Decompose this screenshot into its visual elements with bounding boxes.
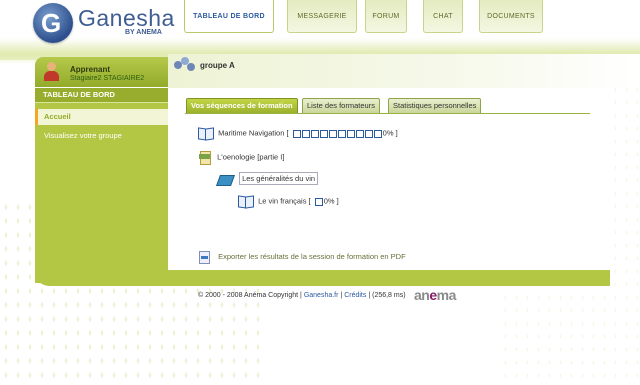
tab-statistiques[interactable]: Statistiques personnelles (388, 98, 482, 114)
footer-timing: | (256,8 ms) (368, 292, 406, 299)
footer-link-ganesha[interactable]: Ganesha.fr (304, 292, 339, 299)
course-title[interactable]: Maritime Navigation (218, 128, 284, 137)
tab-documents[interactable]: DOCUMENTS (479, 0, 543, 33)
logo-sub: BY ANEMA (125, 29, 162, 36)
footer: © 2000 - 2008 Anéma Copyright | Ganesha.… (198, 292, 406, 299)
footer-sep: | (340, 292, 343, 299)
user-box: Apprenant Stagiaire2 STAGIAIRE2 (35, 57, 168, 87)
ganesha-logo[interactable]: G Ganesha BY ANEMA (33, 3, 183, 43)
module-generalites-vin[interactable]: Les généralités du vin (215, 172, 319, 186)
footer-link-credits[interactable]: Crédits (344, 292, 366, 299)
tab-sequences-formation[interactable]: Vos séquences de formation (186, 98, 298, 114)
user-name: Stagiaire2 STAGIAIRE2 (70, 75, 145, 82)
sidebar-item-accueil[interactable]: Accueil (35, 109, 168, 125)
user-avatar-icon (42, 62, 62, 82)
module-title[interactable]: Les généralités du vin (239, 172, 319, 185)
content-bottom-border (35, 270, 610, 286)
progress-percent: 0% (323, 196, 335, 206)
export-pdf-row[interactable]: Exporter les résultats de la session de … (198, 251, 406, 264)
course-title[interactable]: Le vin français (258, 196, 306, 205)
notebook-icon (199, 151, 211, 165)
sidebar-heading: TABLEAU DE BORD (35, 88, 168, 103)
course-oenologie[interactable]: L'oenologie [partie I] (199, 151, 284, 165)
progress-boxes (292, 129, 383, 138)
anema-footer-logo: anema (414, 287, 456, 303)
progress-percent: 0% (382, 128, 394, 138)
logo-g-icon: G (33, 3, 73, 43)
tab-messagerie[interactable]: MESSAGERIE (287, 0, 357, 33)
course-title[interactable]: L'oenologie [partie I] (217, 152, 284, 161)
sidebar: TABLEAU DE BORD Accueil Visualisez votre… (35, 88, 168, 283)
tab-tableau-de-bord[interactable]: TABLEAU DE BORD (184, 0, 274, 33)
course-maritime-navigation[interactable]: Maritime Navigation [ 0% ] (198, 128, 398, 139)
footer-copyright: © 2000 - 2008 Anéma Copyright | (198, 292, 302, 299)
tab-underline (185, 113, 590, 114)
progress-boxes (314, 197, 324, 206)
book-open-icon (198, 128, 213, 139)
tab-chat[interactable]: CHAT (423, 0, 463, 33)
group-title: groupe A (200, 61, 235, 70)
book-closed-icon (215, 173, 236, 186)
export-pdf-link[interactable]: Exporter les résultats de la session de … (218, 252, 406, 261)
course-vin-francais[interactable]: Le vin français [ 0% ] (238, 196, 339, 207)
tab-forum[interactable]: FORUM (365, 0, 407, 33)
sidebar-item-visualisez-groupe[interactable]: Visualisez votre groupe (35, 128, 168, 144)
user-role: Apprenant (70, 65, 110, 74)
book-open-icon (238, 196, 253, 207)
logo-name: Ganesha (78, 5, 175, 31)
tab-liste-formateurs[interactable]: Liste des formateurs (302, 98, 380, 114)
group-users-icon (174, 57, 196, 75)
export-pdf-icon (198, 251, 210, 264)
group-header: groupe A (168, 54, 640, 88)
main-content: Vos séquences de formation Liste des for… (168, 88, 610, 270)
